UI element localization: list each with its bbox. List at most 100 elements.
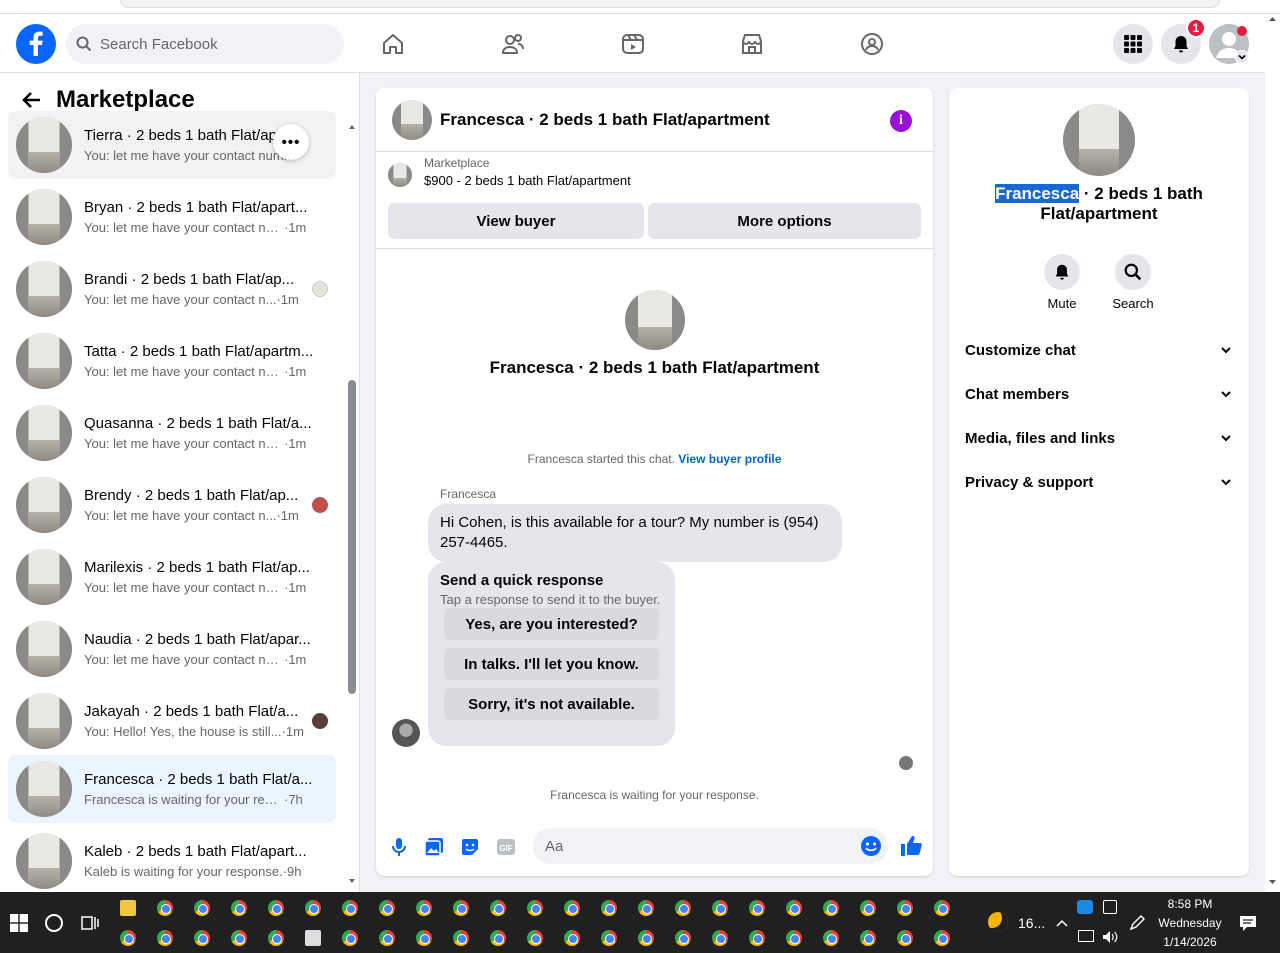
- moon-weather-icon[interactable]: [988, 912, 1008, 932]
- conversation-item[interactable]: Bryan · 2 beds 1 bath Flat/apart... You:…: [8, 183, 336, 251]
- chrome-window-icon[interactable]: [823, 930, 839, 946]
- chrome-window-icon[interactable]: [268, 930, 284, 946]
- conversation-item[interactable]: Naudia · 2 beds 1 bath Flat/apar... You:…: [8, 615, 336, 683]
- chat-avatar[interactable]: [392, 99, 432, 140]
- conversation-item[interactable]: Marilexis · 2 beds 1 bath Flat/ap... You…: [8, 543, 336, 611]
- chrome-window-icon[interactable]: [897, 900, 913, 916]
- chrome-window-icon[interactable]: [342, 930, 358, 946]
- search-circle-icon[interactable]: [45, 914, 63, 932]
- chrome-window-icon[interactable]: [712, 900, 728, 916]
- privacy-support-section[interactable]: Privacy & support: [965, 470, 1233, 494]
- chrome-window-icon[interactable]: [564, 900, 580, 916]
- chrome-window-icon[interactable]: [638, 930, 654, 946]
- chrome-window-icon[interactable]: [934, 930, 950, 946]
- conversation-item[interactable]: Brandi · 2 beds 1 bath Flat/ap... You: l…: [8, 255, 336, 323]
- chrome-window-icon[interactable]: [231, 900, 247, 916]
- mute-button[interactable]: Mute: [1032, 254, 1092, 311]
- media-app-icon[interactable]: [305, 930, 321, 946]
- quick-reply-in-talks-button[interactable]: In talks. I'll let you know.: [444, 648, 659, 680]
- nav-marketplace-icon[interactable]: [736, 28, 768, 60]
- chrome-window-icon[interactable]: [860, 900, 876, 916]
- message-bubble[interactable]: Hi Cohen, is this available for a tour? …: [428, 504, 842, 562]
- chrome-window-icon[interactable]: [379, 900, 395, 916]
- sender-avatar[interactable]: [392, 719, 420, 747]
- chrome-window-icon[interactable]: [675, 900, 691, 916]
- chrome-window-icon[interactable]: [453, 900, 469, 916]
- conversation-item[interactable]: Tatta · 2 beds 1 bath Flat/apartm... You…: [8, 327, 336, 395]
- chrome-window-icon[interactable]: [231, 930, 247, 946]
- chrome-window-icon[interactable]: [157, 930, 173, 946]
- chrome-window-icon[interactable]: [416, 900, 432, 916]
- chrome-window-icon[interactable]: [342, 900, 358, 916]
- clock-day[interactable]: Wednesday: [1156, 916, 1224, 930]
- view-buyer-profile-link[interactable]: View buyer profile: [678, 452, 781, 466]
- file-explorer-icon[interactable]: [120, 900, 136, 916]
- chrome-window-icon[interactable]: [601, 900, 617, 916]
- inbox-scroll-thumb[interactable]: [348, 380, 356, 694]
- network-icon[interactable]: [1078, 930, 1094, 942]
- chrome-window-icon[interactable]: [934, 900, 950, 916]
- task-view-icon[interactable]: [81, 914, 99, 932]
- chrome-window-icon[interactable]: [638, 900, 654, 916]
- chrome-window-icon[interactable]: [268, 900, 284, 916]
- nav-friends-icon[interactable]: [497, 28, 529, 60]
- menu-grid-button[interactable]: [1113, 24, 1153, 64]
- more-options-dots-icon[interactable]: •••: [273, 124, 309, 160]
- facebook-logo-icon[interactable]: [16, 24, 56, 64]
- chrome-window-icon[interactable]: [675, 930, 691, 946]
- chrome-window-icon[interactable]: [749, 930, 765, 946]
- gif-icon[interactable]: GIF: [495, 836, 517, 858]
- chrome-window-icon[interactable]: [897, 930, 913, 946]
- meet-now-icon[interactable]: [1103, 900, 1117, 914]
- chrome-window-icon[interactable]: [453, 930, 469, 946]
- chrome-window-icon[interactable]: [379, 930, 395, 946]
- chrome-window-icon[interactable]: [120, 930, 136, 946]
- chrome-window-icon[interactable]: [860, 930, 876, 946]
- page-scrollbar[interactable]: [1265, 14, 1280, 892]
- chrome-window-icon[interactable]: [786, 900, 802, 916]
- emoji-icon[interactable]: [860, 835, 882, 857]
- sticker-icon[interactable]: [459, 836, 481, 858]
- back-arrow-icon[interactable]: [20, 88, 44, 112]
- conversation-item-selected[interactable]: Francesca · 2 beds 1 bath Flat/a... Fran…: [8, 755, 336, 823]
- weather-temp[interactable]: 16...: [1018, 915, 1045, 931]
- like-thumb-icon[interactable]: [899, 834, 922, 856]
- chrome-window-icon[interactable]: [601, 930, 617, 946]
- chrome-window-icon[interactable]: [416, 930, 432, 946]
- microphone-icon[interactable]: [388, 836, 410, 858]
- chevron-up-icon[interactable]: [1055, 918, 1069, 928]
- view-buyer-button[interactable]: View buyer: [388, 203, 644, 239]
- more-options-button[interactable]: More options: [648, 203, 921, 239]
- chat-title[interactable]: Francesca · 2 beds 1 bath Flat/apartment: [440, 110, 770, 130]
- chrome-window-icon[interactable]: [157, 900, 173, 916]
- clock-time[interactable]: 8:58 PM: [1160, 897, 1220, 911]
- chrome-window-icon[interactable]: [749, 900, 765, 916]
- chrome-window-icon[interactable]: [527, 900, 543, 916]
- chevron-down-icon[interactable]: [1235, 50, 1249, 64]
- windows-start-icon[interactable]: [10, 914, 28, 932]
- nav-video-icon[interactable]: [617, 28, 649, 60]
- chrome-window-icon[interactable]: [194, 930, 210, 946]
- chrome-window-icon[interactable]: [712, 930, 728, 946]
- chat-members-section[interactable]: Chat members: [965, 382, 1233, 406]
- photo-icon[interactable]: [423, 836, 445, 858]
- info-icon[interactable]: i: [890, 110, 912, 132]
- conversation-item[interactable]: Kaleb · 2 beds 1 bath Flat/apart... Kale…: [8, 827, 336, 895]
- message-input[interactable]: Aa: [533, 828, 888, 864]
- chrome-window-icon[interactable]: [823, 900, 839, 916]
- nav-home-icon[interactable]: [377, 28, 409, 60]
- conversation-item[interactable]: Jakayah · 2 beds 1 bath Flat/a... You: H…: [8, 687, 336, 755]
- media-files-links-section[interactable]: Media, files and links: [965, 426, 1233, 450]
- customize-chat-section[interactable]: Customize chat: [965, 338, 1233, 362]
- pen-icon[interactable]: [1128, 914, 1146, 932]
- chrome-window-icon[interactable]: [490, 900, 506, 916]
- search-input[interactable]: Search Facebook: [66, 24, 344, 64]
- chrome-window-icon[interactable]: [305, 900, 321, 916]
- chrome-window-icon[interactable]: [527, 930, 543, 946]
- action-center-icon[interactable]: [1239, 914, 1257, 932]
- nav-groups-icon[interactable]: [856, 28, 888, 60]
- quick-reply-yes-button[interactable]: Yes, are you interested?: [444, 608, 659, 640]
- clock-date[interactable]: 1/14/2026: [1156, 935, 1224, 949]
- volume-icon[interactable]: [1102, 930, 1118, 944]
- chrome-window-icon[interactable]: [490, 930, 506, 946]
